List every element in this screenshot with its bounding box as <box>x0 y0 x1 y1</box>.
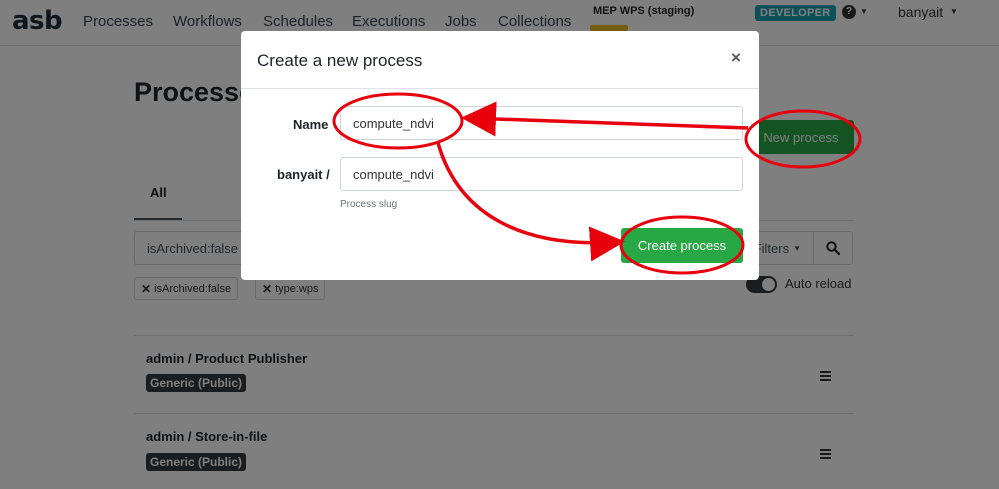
create-process-modal: Create a new process × Name banyait / Pr… <box>241 31 759 280</box>
modal-title: Create a new process <box>257 51 423 70</box>
name-label: Name <box>293 117 329 132</box>
modal-header: Create a new process × <box>241 31 759 89</box>
slug-input[interactable] <box>340 157 743 191</box>
slug-prefix-label: banyait / <box>277 167 330 182</box>
slug-help-text: Process slug <box>340 199 398 210</box>
close-icon[interactable]: × <box>731 48 741 68</box>
create-process-button[interactable]: Create process <box>621 228 743 263</box>
name-input[interactable] <box>340 106 743 140</box>
